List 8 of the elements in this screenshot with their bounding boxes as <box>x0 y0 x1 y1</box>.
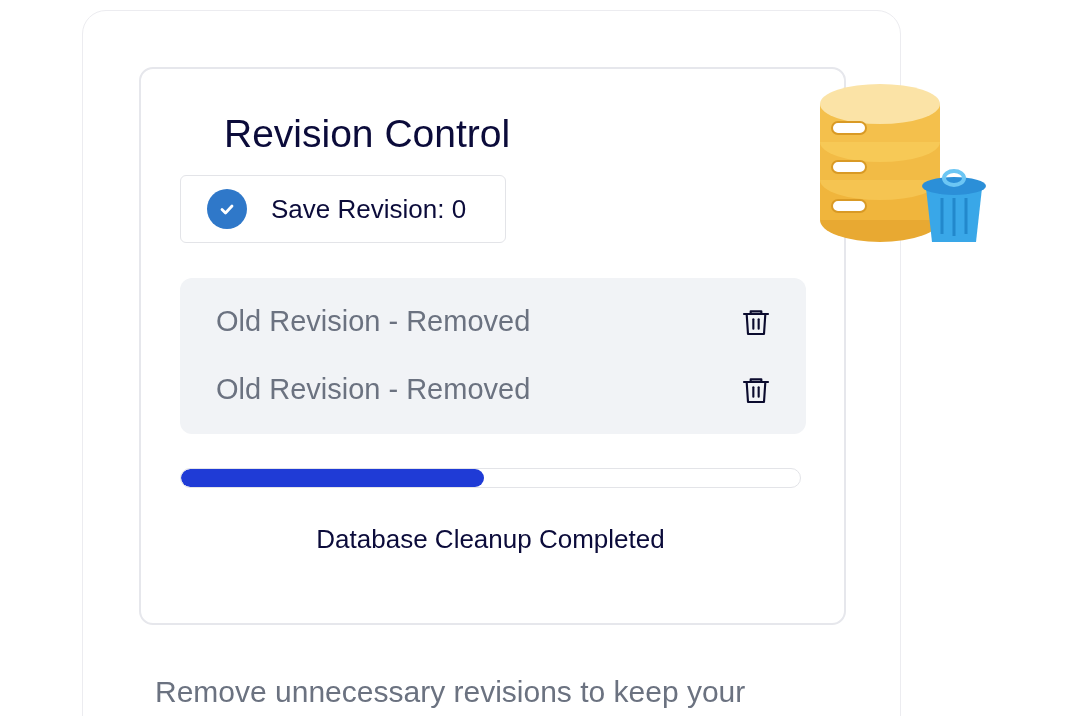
save-revision-checkbox[interactable]: Save Revision: 0 <box>180 175 506 243</box>
checkbox-label: Save Revision: 0 <box>271 192 467 226</box>
removed-revision-label: Old Revision - Removed <box>216 304 531 340</box>
card-title: Revision Control <box>224 111 512 157</box>
progress-caption: Database Cleanup Completed <box>315 523 666 556</box>
check-icon <box>207 189 247 229</box>
description-text: Remove unnecessary revisions to keep your <box>155 674 747 710</box>
removed-revision-label: Old Revision - Removed <box>216 372 531 408</box>
